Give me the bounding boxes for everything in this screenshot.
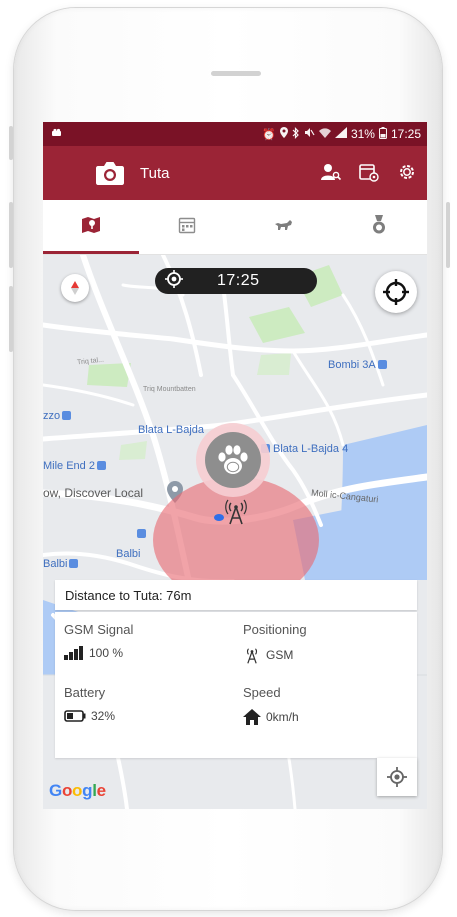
recenter-button[interactable] [375, 271, 417, 313]
gear-icon[interactable] [395, 160, 419, 184]
distance-banner: Distance to Tuta: 76m [55, 580, 417, 610]
home-icon [243, 709, 261, 725]
speed-label: Speed [243, 685, 281, 700]
gsm-tower-icon [224, 499, 248, 530]
gsm-signal-cell: GSM Signal 100 % [64, 622, 133, 660]
speed-value: 0km/h [266, 710, 299, 724]
phone-power-button [446, 202, 450, 268]
map-label-text: Balbi [43, 558, 68, 570]
battery-percent: 31% [350, 127, 375, 141]
bus-stop-icon [377, 359, 387, 369]
tracker-info-card: GSM Signal 100 % Positioning GSM Battery… [55, 612, 417, 758]
calendar-icon [178, 216, 196, 239]
map-label-bus-stop: zzo [43, 410, 72, 422]
signal-icon [334, 127, 347, 141]
map-label-text: Blata L-Bajda 4 [273, 443, 349, 455]
camera-icon[interactable] [95, 160, 125, 186]
google-logo-letter: o [61, 781, 73, 800]
map-label-bus-stop: Mile End 2 [43, 460, 106, 472]
tab-achievements[interactable] [331, 200, 427, 254]
google-logo: Google [49, 781, 106, 801]
google-logo-letter: o [72, 781, 83, 800]
map-label-text: Bombi 3A [328, 359, 376, 371]
map-label-street: Triq Mountbatten [143, 386, 196, 393]
pet-location-marker[interactable] [196, 423, 270, 497]
bus-stop-icon [69, 558, 79, 568]
pet-marker-inner [205, 432, 261, 488]
speed-cell: Speed 0km/h [243, 685, 299, 725]
compass-button[interactable] [61, 274, 89, 302]
gsm-signal-value: 100 % [89, 646, 124, 660]
battery-icon [378, 126, 387, 142]
tracker-battery-icon [64, 710, 86, 722]
crosshair-icon [165, 269, 183, 293]
battery-cell: Battery 32% [64, 685, 115, 723]
gsm-signal-label: GSM Signal [64, 622, 134, 637]
alarm-icon: ⏰ [262, 128, 276, 141]
paw-icon [218, 445, 248, 474]
map-label-text: Mile End 2 [43, 460, 95, 472]
notification-icon [51, 127, 63, 141]
battery-label: Battery [64, 685, 106, 700]
bus-stop-icon [137, 529, 146, 538]
tab-bar [43, 200, 427, 255]
medal-icon [372, 214, 386, 240]
positioning-cell: Positioning GSM [243, 622, 307, 664]
status-time: 17:25 [390, 127, 421, 141]
last-update-time: 17:25 [217, 272, 260, 289]
signal-bars-icon [64, 646, 83, 660]
phone-side-button [9, 126, 13, 160]
bluetooth-icon [292, 126, 300, 142]
phone-volume-up-button [9, 202, 13, 268]
walking-dog-icon [273, 218, 293, 237]
tab-map[interactable] [43, 200, 139, 254]
person-search-icon[interactable] [319, 160, 343, 184]
map-view[interactable]: Triq tal... Triq Mountbatten Bombi 3A zz… [43, 255, 427, 809]
google-logo-letter: g [82, 781, 93, 800]
my-location-button[interactable] [377, 758, 417, 796]
tab-calendar[interactable] [139, 200, 235, 254]
compass-icon [71, 281, 79, 295]
map-pin-icon [81, 216, 101, 239]
app-bar: Tuta [43, 146, 427, 200]
google-logo-letter: G [49, 781, 62, 800]
map-label-bus-stop: Balbi [43, 558, 79, 570]
location-icon [279, 127, 288, 141]
positioning-label: Positioning [243, 622, 307, 637]
target-icon [383, 279, 409, 305]
map-label-bus-stop: Balbi [116, 548, 141, 560]
calendar-settings-icon[interactable] [357, 160, 381, 184]
status-bar: ⏰ 31% 17:25 [43, 122, 427, 146]
phone-home-button [198, 836, 262, 900]
wifi-icon [318, 127, 331, 141]
bus-stop-icon [96, 460, 106, 470]
distance-text: Distance to Tuta: 76m [65, 587, 192, 603]
time-pill: 17:25 [155, 268, 317, 294]
map-label-bus-stop: Blata L-Bajda 4 [261, 443, 348, 455]
map-label-place: ow, Discover Local [43, 486, 144, 500]
user-location-dot [214, 514, 224, 521]
mute-icon [304, 127, 315, 141]
map-label-text: zzo [43, 410, 61, 422]
app-screen: ⏰ 31% 17:25 Tuta Triq tal... Triq Mountb… [43, 122, 427, 809]
gsm-tower-icon [246, 648, 258, 664]
tab-activity[interactable] [235, 200, 331, 254]
pet-name-title: Tuta [140, 165, 170, 182]
battery-value: 32% [91, 709, 116, 723]
map-label-bus-stop: Blata L-Bajda [138, 424, 205, 436]
google-logo-letter: e [96, 781, 106, 800]
phone-speaker [211, 71, 261, 76]
positioning-value: GSM [266, 648, 294, 662]
bus-stop-icon [62, 410, 72, 420]
phone-volume-down-button [9, 286, 13, 352]
map-label-bus-stop: Bombi 3A [328, 359, 387, 371]
my-location-icon [387, 767, 407, 787]
